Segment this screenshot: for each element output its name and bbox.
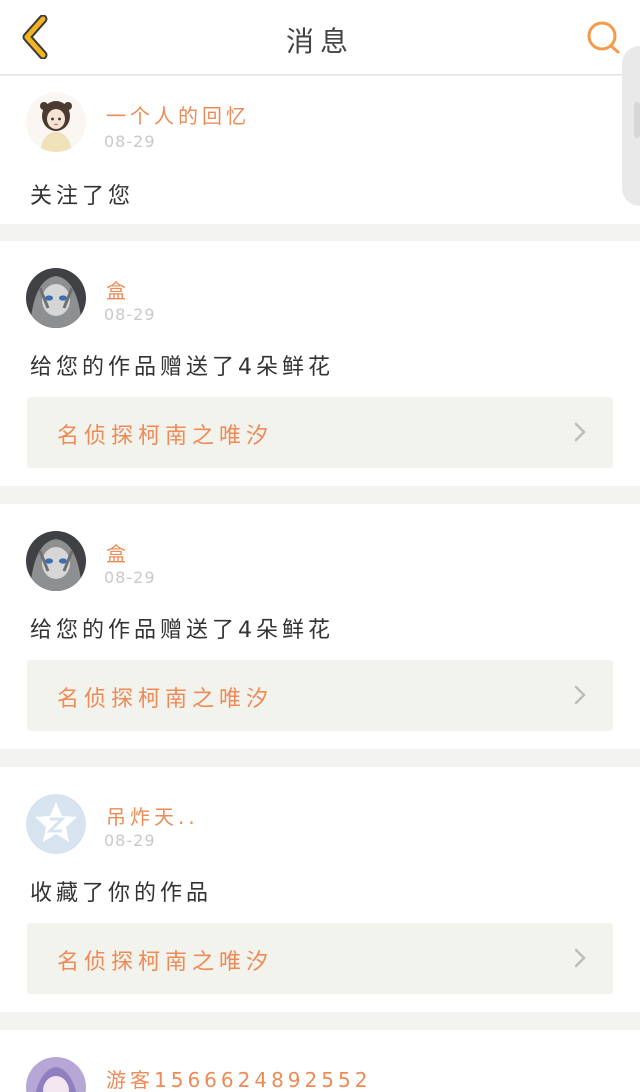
message-date: 08-29 [104, 568, 156, 587]
work-link[interactable]: 名侦探柯南之唯汐 [27, 923, 613, 994]
girl-avatar-icon [26, 92, 86, 152]
work-link[interactable]: 名侦探柯南之唯汐 [27, 397, 613, 468]
username[interactable]: 盒 [106, 538, 130, 567]
username[interactable]: 游客1566624892552 [106, 1064, 371, 1092]
message-text: 给您的作品赠送了4朵鲜花 [30, 618, 334, 643]
message-text: 关注了您 [30, 184, 135, 209]
search-button[interactable] [582, 16, 626, 60]
username[interactable]: 盒 [106, 275, 130, 304]
message-card: 盒 08-29 给您的作品赠送了4朵鲜花 名侦探柯南之唯汐 [0, 241, 640, 486]
default-star-avatar-icon [26, 794, 86, 854]
username[interactable]: 吊炸天.. [106, 801, 199, 830]
work-link[interactable]: 名侦探柯南之唯汐 [27, 660, 613, 731]
avatar[interactable] [26, 92, 86, 152]
anime-avatar-icon [26, 531, 86, 591]
work-title: 名侦探柯南之唯汐 [57, 687, 274, 712]
avatar[interactable] [26, 268, 86, 328]
edge-scroll-handle[interactable] [622, 46, 640, 206]
avatar[interactable] [26, 1057, 86, 1092]
work-title: 名侦探柯南之唯汐 [57, 950, 274, 975]
work-title: 名侦探柯南之唯汐 [57, 424, 274, 449]
page-title: 消息 [285, 25, 354, 58]
message-card: 游客1566624892552 [0, 1030, 640, 1092]
message-date: 08-29 [104, 831, 156, 850]
anime-avatar-icon [26, 1057, 86, 1092]
message-text: 收藏了你的作品 [30, 881, 213, 906]
message-text: 给您的作品赠送了4朵鲜花 [30, 355, 334, 380]
chevron-right-icon [574, 422, 586, 442]
message-card: 一个人的回忆 08-29 关注了您 [0, 76, 640, 224]
anime-avatar-icon [26, 268, 86, 328]
message-card: 吊炸天.. 08-29 收藏了你的作品 名侦探柯南之唯汐 [0, 767, 640, 1012]
avatar[interactable] [26, 531, 86, 591]
message-date: 08-29 [104, 305, 156, 324]
search-icon [587, 21, 620, 54]
chevron-right-icon [574, 685, 586, 705]
top-navigation-bar: 消息 [0, 0, 640, 75]
message-date: 08-29 [104, 132, 156, 151]
chevron-right-icon [574, 948, 586, 968]
message-card: 盒 08-29 给您的作品赠送了4朵鲜花 名侦探柯南之唯汐 [0, 504, 640, 749]
username[interactable]: 一个人的回忆 [106, 100, 250, 129]
avatar[interactable] [26, 794, 86, 854]
